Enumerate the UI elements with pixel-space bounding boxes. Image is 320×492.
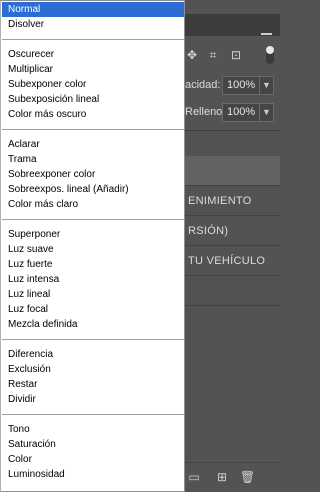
blend-mode-item[interactable]: Sobreexpos. lineal (Añadir) xyxy=(2,182,184,197)
blend-mode-item[interactable]: Superponer xyxy=(2,227,184,242)
panel-tab-bar xyxy=(185,14,280,42)
blend-mode-item[interactable]: Aclarar xyxy=(2,137,184,152)
fill-field[interactable]: 100% ▼ xyxy=(222,103,274,122)
blend-mode-item[interactable]: Exclusión xyxy=(2,362,184,377)
panel-divider xyxy=(185,130,280,131)
blend-mode-item[interactable]: Luminosidad xyxy=(2,467,184,482)
blend-mode-item[interactable]: Sobreexponer color xyxy=(2,167,184,182)
chevron-down-icon[interactable]: ▼ xyxy=(259,104,273,121)
fill-row: Relleno: 100% ▼ xyxy=(185,102,280,124)
menu-separator xyxy=(2,39,184,40)
opacity-row: acidad: 100% ▼ xyxy=(185,75,280,97)
blend-mode-item[interactable]: Diferencia xyxy=(2,347,184,362)
opacity-value: 100% xyxy=(227,79,256,91)
layer-row[interactable]: ENIMIENTO xyxy=(185,186,280,216)
chevron-down-icon[interactable]: ▼ xyxy=(259,77,273,94)
layer-row[interactable]: TU VEHÍCULO xyxy=(185,246,280,276)
blend-mode-dropdown: Normal Disolver Oscurecer Multiplicar Subexp… xyxy=(0,0,185,492)
blend-mode-item[interactable]: Disolver xyxy=(2,17,184,32)
layer-row[interactable] xyxy=(185,156,280,186)
layer-name: ENIMIENTO xyxy=(188,195,252,207)
panel-bottom-bar: ▭ ⊞ 🗑 xyxy=(185,462,280,492)
menu-separator xyxy=(2,414,184,415)
lock-all-icon[interactable]: ⊡ xyxy=(229,48,243,62)
blend-mode-item[interactable]: Luz suave xyxy=(2,242,184,257)
opacity-field[interactable]: 100% ▼ xyxy=(222,76,274,95)
blend-mode-item[interactable]: Color xyxy=(2,452,184,467)
menu-separator xyxy=(2,219,184,220)
blend-mode-item[interactable]: Subexposición lineal xyxy=(2,92,184,107)
blend-mode-item[interactable]: Dividir xyxy=(2,392,184,407)
artboard-icon[interactable]: ⌗ xyxy=(206,48,220,62)
filter-toggle[interactable] xyxy=(266,46,274,64)
blend-mode-item[interactable]: Tono xyxy=(2,422,184,437)
folder-icon[interactable]: ▭ xyxy=(187,471,201,484)
lock-row: ✥ ⌗ ⊡ xyxy=(185,44,280,68)
opacity-label: acidad: xyxy=(185,79,221,91)
new-layer-icon[interactable]: ⊞ xyxy=(215,471,229,484)
blend-mode-item[interactable]: Multiplicar xyxy=(2,62,184,77)
blend-mode-item[interactable]: Restar xyxy=(2,377,184,392)
trash-icon[interactable]: 🗑 xyxy=(240,471,255,484)
lock-position-icon[interactable]: ✥ xyxy=(185,48,199,62)
blend-mode-item[interactable]: Mezcla definida xyxy=(2,317,184,332)
blend-mode-item[interactable]: Color más claro xyxy=(2,197,184,212)
layer-row[interactable]: RSIÓN) xyxy=(185,216,280,246)
blend-mode-item[interactable]: Trama xyxy=(2,152,184,167)
blend-mode-item[interactable]: Luz lineal xyxy=(2,287,184,302)
fill-label: Relleno: xyxy=(185,106,226,118)
blend-mode-item[interactable]: Subexponer color xyxy=(2,77,184,92)
layer-name: TU VEHÍCULO xyxy=(188,255,266,267)
blend-mode-item[interactable]: Luz fuerte xyxy=(2,257,184,272)
layer-name: RSIÓN) xyxy=(188,225,229,237)
blend-mode-item[interactable]: Luz intensa xyxy=(2,272,184,287)
blend-mode-item[interactable]: Saturación xyxy=(2,437,184,452)
menu-separator xyxy=(2,129,184,130)
blend-mode-item[interactable]: Color más oscuro xyxy=(2,107,184,122)
fill-value: 100% xyxy=(227,106,256,118)
layer-row[interactable] xyxy=(185,276,280,306)
blend-mode-item[interactable]: Luz focal xyxy=(2,302,184,317)
blend-mode-item[interactable]: Oscurecer xyxy=(2,47,184,62)
blend-mode-item[interactable]: Normal xyxy=(2,2,184,17)
menu-separator xyxy=(2,339,184,340)
